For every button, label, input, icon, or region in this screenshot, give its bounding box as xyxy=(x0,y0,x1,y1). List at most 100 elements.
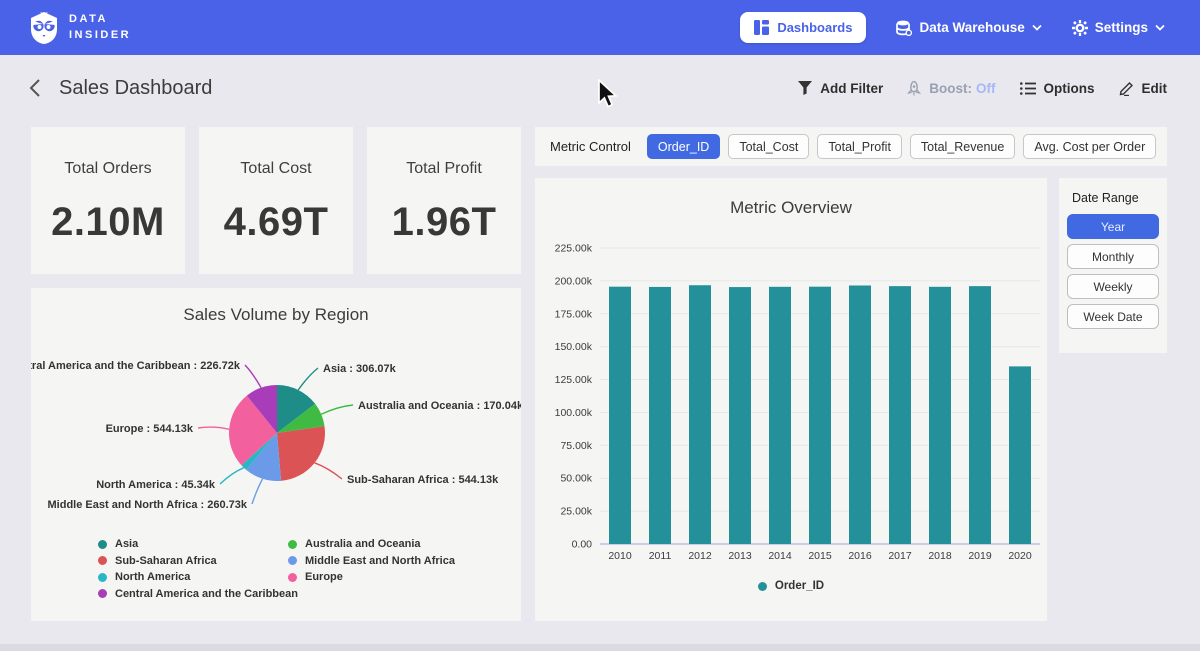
y-axis-tick-label: 125.00k xyxy=(555,374,593,386)
kpi-value: 4.69T xyxy=(224,200,329,245)
nav-settings-menu[interactable]: Settings xyxy=(1072,20,1165,36)
bar-2013[interactable] xyxy=(729,287,751,544)
pie-legend-item-australia[interactable]: Australia and Oceania xyxy=(288,538,421,550)
bar-chart-legend: Order_ID xyxy=(535,580,1047,592)
kpi-label: Total Profit xyxy=(406,160,482,178)
date-range-button-week-date[interactable]: Week Date xyxy=(1067,304,1159,329)
kpi-value: 1.96T xyxy=(392,200,497,245)
add-filter-button[interactable]: Add Filter xyxy=(798,81,883,96)
date-range-panel: Date Range Year Monthly Weekly Week Date xyxy=(1059,178,1167,353)
legend-dot-europe xyxy=(288,573,297,582)
app-logo[interactable]: DATA INSIDER xyxy=(28,11,131,45)
database-icon xyxy=(896,20,912,36)
pie-legend-item-asia[interactable]: Asia xyxy=(98,538,138,550)
kpi-card-total-cost: Total Cost 4.69T xyxy=(199,127,353,274)
pie-legend-item-subsaharan[interactable]: Sub-Saharan Africa xyxy=(98,555,217,567)
boost-toggle[interactable]: Boost: Off xyxy=(907,81,995,96)
x-axis-tick-label: 2016 xyxy=(848,550,872,562)
pie-legend-item-north-america[interactable]: North America xyxy=(98,571,190,583)
edit-button[interactable]: Edit xyxy=(1119,81,1168,96)
date-range-label: Date Range xyxy=(1072,191,1167,205)
list-icon xyxy=(1020,82,1036,95)
nav-dashboards-label: Dashboards xyxy=(777,20,852,35)
date-range-buttons-group: Year Monthly Weekly Week Date xyxy=(1059,214,1167,329)
legend-label: Asia xyxy=(115,538,138,550)
legend-dot-mena xyxy=(288,556,297,565)
y-axis-tick-label: 100.00k xyxy=(555,407,593,419)
legend-label: Europe xyxy=(305,571,343,583)
pencil-icon xyxy=(1119,81,1134,96)
bar-2016[interactable] xyxy=(849,285,871,544)
metric-control-bar: Metric Control Order_ID Total_Cost Total_P… xyxy=(535,127,1167,166)
pie-callout-line-north-america xyxy=(220,468,244,484)
kpi-label: Total Orders xyxy=(64,160,151,178)
pie-callout-label-north-america: North America : 45.34k xyxy=(96,479,216,491)
y-axis-tick-label: 150.00k xyxy=(555,341,593,353)
pie-callout-label-subsaharan: Sub-Saharan Africa : 544.13k xyxy=(347,474,499,486)
options-button[interactable]: Options xyxy=(1020,81,1095,96)
pie-slice-subsaharan[interactable] xyxy=(277,426,325,481)
kpi-card-total-profit: Total Profit 1.96T xyxy=(367,127,521,274)
bar-2011[interactable] xyxy=(649,287,671,544)
metric-button-total-profit[interactable]: Total_Profit xyxy=(817,134,902,159)
x-axis-tick-label: 2011 xyxy=(649,550,672,562)
back-button[interactable] xyxy=(28,78,41,98)
date-range-button-monthly[interactable]: Monthly xyxy=(1067,244,1159,269)
date-range-button-year[interactable]: Year xyxy=(1067,214,1159,239)
pie-legend-item-central-america[interactable]: Central America and the Caribbean xyxy=(98,588,298,600)
bar-2012[interactable] xyxy=(689,285,711,544)
pie-legend-item-europe[interactable]: Europe xyxy=(288,571,343,583)
legend-label: Australia and Oceania xyxy=(305,538,421,550)
bar-2018[interactable] xyxy=(929,287,951,544)
date-range-button-weekly[interactable]: Weekly xyxy=(1067,274,1159,299)
options-label: Options xyxy=(1044,81,1095,96)
pie-callout-line-subsaharan xyxy=(315,463,342,479)
bar-2015[interactable] xyxy=(809,287,831,544)
y-axis-tick-label: 75.00k xyxy=(560,440,592,452)
bar-2019[interactable] xyxy=(969,286,991,544)
legend-dot-asia xyxy=(98,540,107,549)
bar-2020[interactable] xyxy=(1009,366,1031,544)
pie-chart-card: Sales Volume by Region Asia : 306.07kAus… xyxy=(31,288,521,621)
nav-data-warehouse-menu[interactable]: Data Warehouse xyxy=(896,20,1041,36)
legend-label: Central America and the Caribbean xyxy=(115,588,298,600)
pie-callout-line-europe xyxy=(198,427,229,429)
metric-control-label: Metric Control xyxy=(550,139,631,154)
dashboards-icon xyxy=(754,20,769,35)
bar-chart-card: Metric Overview 0.0025.00k50.00k75.00k10… xyxy=(535,178,1047,621)
boost-state: Off xyxy=(976,81,996,96)
x-axis-tick-label: 2013 xyxy=(728,550,752,562)
bottom-edge xyxy=(0,644,1200,651)
y-axis-tick-label: 175.00k xyxy=(555,308,593,320)
bar-2017[interactable] xyxy=(889,286,911,544)
bar-legend-item-order-id[interactable]: Order_ID xyxy=(758,580,824,592)
metric-buttons-group: Order_ID Total_Cost Total_Profit Total_Reve… xyxy=(647,134,1164,159)
logo-text: DATA INSIDER xyxy=(69,12,131,44)
y-axis-tick-label: 200.00k xyxy=(555,275,593,287)
legend-label: Order_ID xyxy=(775,580,824,592)
add-filter-label: Add Filter xyxy=(820,81,883,96)
pie-callout-line-asia xyxy=(298,368,318,390)
metric-button-total-cost[interactable]: Total_Cost xyxy=(728,134,809,159)
pie-callout-label-mena: Middle East and North Africa : 260.73k xyxy=(48,499,248,511)
x-axis-tick-label: 2015 xyxy=(808,550,832,562)
bar-2010[interactable] xyxy=(609,287,631,544)
kpi-value: 2.10M xyxy=(51,200,165,245)
metric-button-avg-cost-per-order[interactable]: Avg. Cost per Order xyxy=(1023,134,1156,159)
x-axis-tick-label: 2019 xyxy=(968,550,992,562)
metric-button-order-id[interactable]: Order_ID xyxy=(647,134,720,159)
legend-label: North America xyxy=(115,571,190,583)
legend-dot-australia xyxy=(288,540,297,549)
rocket-icon xyxy=(907,81,921,96)
pie-callout-line-australia xyxy=(321,405,353,414)
filter-icon xyxy=(798,81,812,95)
boost-label: Boost: xyxy=(929,81,972,96)
kpi-card-total-orders: Total Orders 2.10M xyxy=(31,127,185,274)
nav-dashboards-button[interactable]: Dashboards xyxy=(740,12,866,43)
bar-chart[interactable]: 0.0025.00k50.00k75.00k100.00k125.00k150.… xyxy=(535,178,1047,621)
bar-2014[interactable] xyxy=(769,287,791,544)
pie-callout-label-australia: Australia and Oceania : 170.04k xyxy=(358,400,521,412)
pie-legend-item-mena[interactable]: Middle East and North Africa xyxy=(288,555,455,567)
legend-dot-order-id xyxy=(758,582,767,591)
metric-button-total-revenue[interactable]: Total_Revenue xyxy=(910,134,1015,159)
